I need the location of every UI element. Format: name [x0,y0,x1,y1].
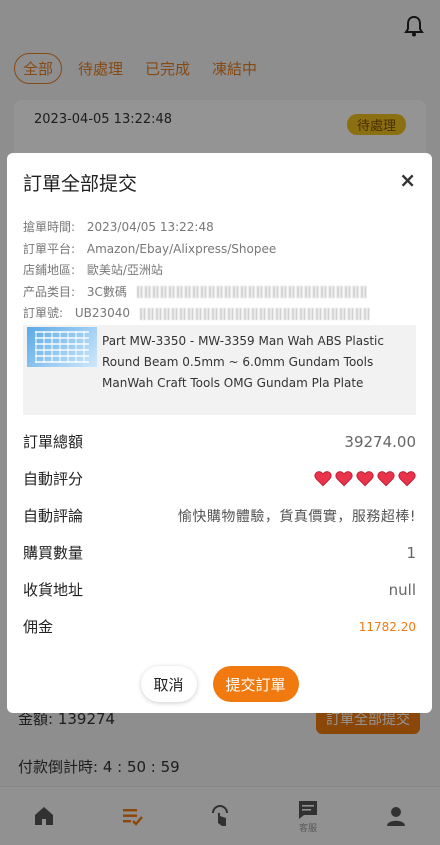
address-value: null [388,580,416,599]
cancel-button[interactable]: 取消 [140,666,197,702]
rating-label: 自動評分 [23,470,84,488]
grab-time-row: 搶單時間: 2023/04/05 13:22:48 [23,217,416,239]
region-row: 店鋪地區: 歐美站/亞洲站 [23,260,416,282]
product-name: Part MW-3350 - MW-3359 Man Wah ABS Plast… [102,334,384,390]
address-label: 收貨地址 [23,581,84,599]
total-value: 39274.00 [344,432,416,451]
submit-order-dialog: 訂單全部提交 × 搶單時間: 2023/04/05 13:22:48 訂單平台:… [7,153,432,713]
heart-icon [356,471,374,487]
heart-icon [398,471,416,487]
commission-label: 佣金 [23,618,54,636]
commission-value: 11782.20 [358,619,416,634]
address-row: 收貨地址 null [23,571,416,608]
heart-icon [335,471,353,487]
region-label: 店鋪地區: [23,263,76,277]
total-label: 訂單總額 [23,433,84,451]
quantity-row: 購買數量 1 [23,534,416,571]
dialog-actions: 取消 提交訂單 [7,666,432,702]
rating-row: 自動評分 [23,460,416,497]
product-image [27,327,97,367]
comment-value: 愉快購物體驗，貨真價實，服務超棒! [177,508,416,525]
comment-row: 自動評論 愉快購物體驗，貨真價實，服務超棒! [23,497,416,534]
close-icon[interactable]: × [399,170,416,190]
product-card: Part MW-3350 - MW-3359 Man Wah ABS Plast… [23,325,416,415]
grab-time-value: 2023/04/05 13:22:48 [86,220,214,234]
rating-hearts [314,470,416,487]
platform-label: 訂單平台: [23,241,76,256]
heart-icon [377,471,395,487]
platform-value: Amazon/Ebay/Alixpress/Shopee [86,241,277,256]
quantity-value: 1 [406,543,416,562]
dialog-title: 訂單全部提交 [23,173,138,195]
category-row: 产品类目: 3C數碼 [23,282,416,304]
order-number-row: 訂單號: UB23040 [23,303,416,325]
heart-icon [314,471,332,487]
grab-time-label: 搶單時間: [23,220,76,234]
commission-row: 佣金 11782.20 [23,608,416,645]
platform-row: 訂單平台: Amazon/Ebay/Alixpress/Shopee [23,239,416,261]
comment-label: 自動評論 [23,507,84,525]
order-details: 訂單總額 39274.00 自動評分 自動評論 愉快購物體驗，貨真價實，服務超棒… [23,423,416,645]
order-info: 搶單時間: 2023/04/05 13:22:48 訂單平台: Amazon/E… [23,217,416,325]
blurred-overlay [139,307,370,320]
category-value: 3C數碼 [86,284,127,299]
category-label: 产品类目: [23,284,76,299]
order-number-label: 訂單號: [23,306,64,320]
order-number-value: UB23040 [74,306,131,320]
total-row: 訂單總額 39274.00 [23,423,416,460]
submit-order-button[interactable]: 提交訂單 [212,666,299,702]
region-value: 歐美站/亞洲站 [86,263,163,277]
blurred-overlay [136,286,367,298]
quantity-label: 購買數量 [23,544,84,562]
